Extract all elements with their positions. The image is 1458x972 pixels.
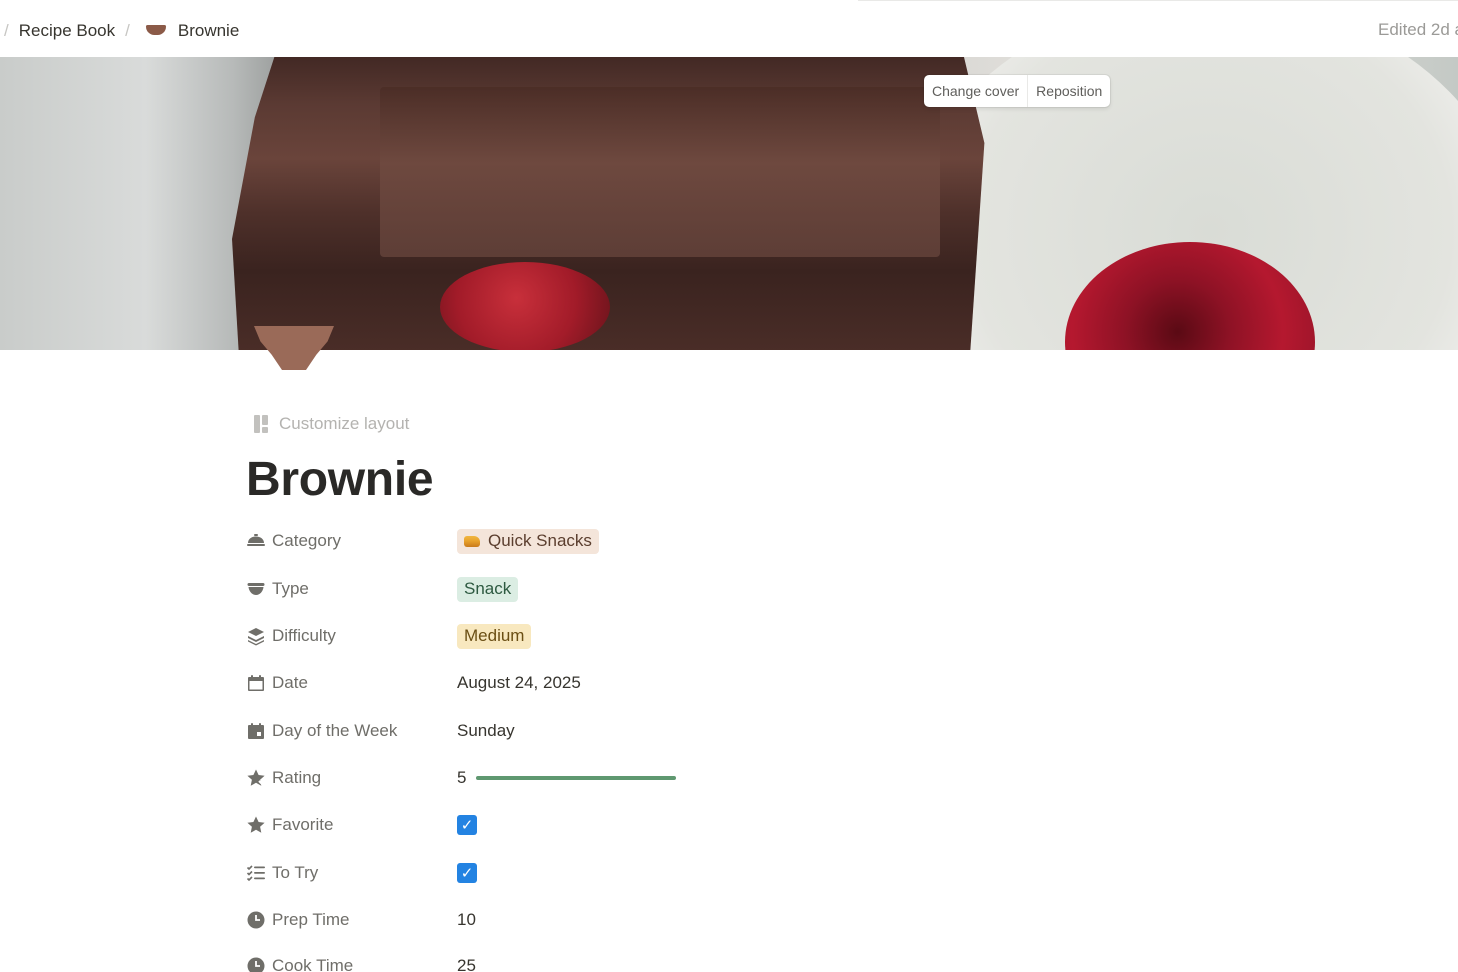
property-day-of-week: Day of the Week Sunday <box>246 714 886 748</box>
cover-raspberry <box>440 262 610 350</box>
property-type: Type Snack <box>246 572 886 606</box>
property-value: ✓ <box>457 815 477 835</box>
calendar-filled-icon <box>246 721 266 741</box>
property-value[interactable]: Sunday <box>457 721 515 741</box>
customize-layout-button[interactable]: Customize layout <box>254 412 409 436</box>
property-category: Category Quick Snacks <box>246 524 886 558</box>
rating-progress-bar <box>476 776 677 780</box>
property-difficulty: Difficulty Medium <box>246 619 886 653</box>
serving-dish-icon <box>246 531 266 551</box>
top-bar: / Recipe Book / Brownie Edited 2d ago <box>0 0 1458 57</box>
difficulty-tag: Medium <box>457 623 532 649</box>
property-value[interactable]: 5 <box>457 768 677 788</box>
star-icon <box>246 815 266 835</box>
property-to-try: To Try ✓ <box>246 856 886 890</box>
layers-icon <box>246 626 266 646</box>
star-outline-icon <box>246 768 266 788</box>
breadcrumb: / Recipe Book / Brownie <box>4 19 239 43</box>
category-tag: Quick Snacks <box>457 528 599 554</box>
clock-icon <box>246 910 266 930</box>
property-label[interactable]: Type <box>246 579 457 599</box>
property-cook-time: Cook Time 25 <box>246 949 886 972</box>
cover-controls: Change cover Reposition <box>924 75 1111 107</box>
property-label[interactable]: Cook Time <box>246 956 457 972</box>
checklist-icon <box>246 863 266 883</box>
rating-number: 5 <box>457 768 467 787</box>
property-favorite: Favorite ✓ <box>246 808 886 842</box>
clock-icon <box>246 956 266 972</box>
property-value[interactable]: Quick Snacks <box>457 528 599 554</box>
sandwich-icon <box>464 535 480 547</box>
property-prep-time: Prep Time 10 <box>246 903 886 937</box>
favorite-checkbox[interactable]: ✓ <box>457 815 477 835</box>
page-title[interactable]: Brownie <box>246 452 434 507</box>
type-tag: Snack <box>457 576 519 602</box>
bowl-icon <box>246 579 266 599</box>
property-label[interactable]: Favorite <box>246 815 457 835</box>
property-date: Date August 24, 2025 <box>246 666 886 700</box>
breadcrumb-separator: / <box>4 21 9 40</box>
to-try-checkbox[interactable]: ✓ <box>457 863 477 883</box>
breadcrumb-brownie[interactable]: Brownie <box>178 19 239 43</box>
property-value[interactable]: 25 <box>457 956 476 972</box>
breadcrumb-recipe-book[interactable]: Recipe Book <box>19 19 115 43</box>
page-icon[interactable] <box>254 326 334 372</box>
bowl-icon <box>254 326 334 370</box>
cover-brownie-layer <box>380 87 940 257</box>
change-cover-button[interactable]: Change cover <box>924 75 1027 107</box>
reposition-button[interactable]: Reposition <box>1027 75 1110 107</box>
calendar-icon <box>246 673 266 693</box>
property-label[interactable]: Date <box>246 673 457 693</box>
property-value[interactable]: August 24, 2025 <box>457 673 581 693</box>
property-label[interactable]: Prep Time <box>246 910 457 930</box>
property-value[interactable]: Snack <box>457 576 519 602</box>
top-border <box>858 0 1458 1</box>
customize-layout-label: Customize layout <box>279 414 410 433</box>
layout-icon <box>254 415 268 433</box>
property-label[interactable]: Difficulty <box>246 626 457 646</box>
property-value: ✓ <box>457 863 477 883</box>
bowl-icon <box>145 25 166 35</box>
property-value[interactable]: Medium <box>457 623 532 649</box>
property-value[interactable]: 10 <box>457 910 476 930</box>
cover-image <box>0 57 1458 350</box>
edited-timestamp: Edited 2d ago <box>1378 20 1458 39</box>
breadcrumb-separator: / <box>125 21 130 40</box>
property-label[interactable]: Rating <box>246 768 457 788</box>
property-rating: Rating 5 <box>246 761 886 795</box>
property-label[interactable]: To Try <box>246 863 457 883</box>
property-label[interactable]: Category <box>246 531 457 551</box>
property-label[interactable]: Day of the Week <box>246 721 457 741</box>
